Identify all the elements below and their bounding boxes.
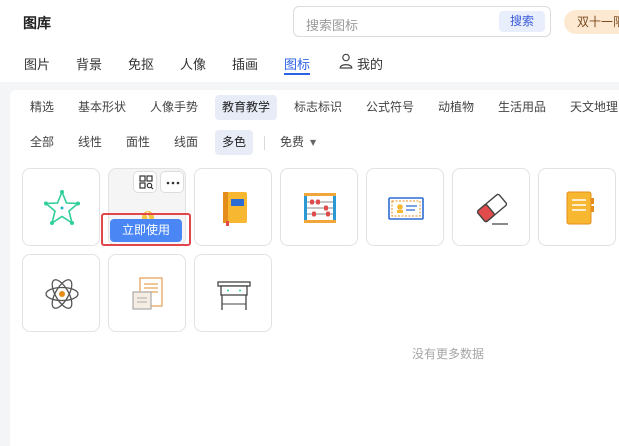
icon-card-eraser[interactable] <box>452 168 530 246</box>
style-multicolor[interactable]: 多色 <box>215 130 254 155</box>
atom-icon <box>45 279 79 309</box>
card-tools <box>133 171 185 195</box>
tab-images[interactable]: 图片 <box>24 54 50 73</box>
content-area: 精选 基本形状 人像手势 教育教学 标志标识 公式符号 动植物 生活用品 天文地… <box>10 90 619 446</box>
category-filter: 精选 基本形状 人像手势 教育教学 标志标识 公式符号 动植物 生活用品 天文地… <box>10 95 619 121</box>
search-input[interactable]: 搜索图标 搜索 <box>293 6 551 37</box>
icon-card-star[interactable] <box>22 168 100 246</box>
eraser-icon <box>476 193 508 225</box>
icon-card-notebook[interactable] <box>194 168 272 246</box>
tab-portraits[interactable]: 人像 <box>180 54 206 73</box>
promo-badge[interactable]: 双十一限 <box>564 10 619 34</box>
icon-card-abacus[interactable] <box>280 168 358 246</box>
price-dropdown[interactable]: 免费 ▼ <box>273 130 323 155</box>
icon-card-desk[interactable] <box>194 254 272 332</box>
category-featured[interactable]: 精选 <box>23 95 61 120</box>
more-icon[interactable] <box>160 171 184 193</box>
abacus-icon <box>304 193 336 223</box>
notebook-icon <box>223 192 247 226</box>
tab-backgrounds[interactable]: 背景 <box>76 54 102 73</box>
style-filled[interactable]: 面性 <box>119 130 157 155</box>
style-filter: 全部 线性 面性 线面 多色 免费 ▼ <box>10 130 619 156</box>
caret-down-icon: ▼ <box>310 138 317 147</box>
certificate-icon <box>388 197 424 220</box>
category-animals-plants[interactable]: 动植物 <box>431 95 481 120</box>
user-icon[interactable] <box>339 53 353 69</box>
qr-code-icon[interactable] <box>133 171 157 193</box>
star-constellation-icon <box>43 189 81 225</box>
filter-divider <box>264 136 265 150</box>
active-tab-indicator <box>284 73 310 75</box>
icon-card-spiral-notebook[interactable] <box>538 168 616 246</box>
category-portrait-gestures[interactable]: 人像手势 <box>143 95 205 120</box>
header: 图库 搜索图标 搜索 双十一限 <box>0 0 619 44</box>
scroll-document-icon <box>132 277 163 310</box>
price-dropdown-label: 免费 <box>280 135 305 149</box>
page-title: 图库 <box>23 16 51 32</box>
search-placeholder: 搜索图标 <box>306 19 359 34</box>
icon-card-certificate[interactable] <box>366 168 444 246</box>
use-now-highlight: 立即使用 <box>101 213 191 246</box>
use-now-button[interactable]: 立即使用 <box>110 219 182 242</box>
tab-cutouts[interactable]: 免抠 <box>128 54 154 73</box>
empty-message: 没有更多数据 <box>412 347 485 361</box>
category-astronomy-geography[interactable]: 天文地理 <box>563 95 619 120</box>
category-basic-shapes[interactable]: 基本形状 <box>71 95 133 120</box>
tab-icons[interactable]: 图标 <box>284 54 310 73</box>
category-signs[interactable]: 标志标识 <box>287 95 349 120</box>
spiral-notebook-icon <box>566 191 594 225</box>
tab-mine[interactable]: 我的 <box>357 54 383 73</box>
category-education[interactable]: 教育教学 <box>215 95 278 120</box>
icon-panel: 精选 基本形状 人像手势 教育教学 标志标识 公式符号 动植物 生活用品 天文地… <box>0 82 619 446</box>
top-tabs: 图片 背景 免抠 人像 插画 图标 我的 <box>0 44 619 82</box>
tab-illustrations[interactable]: 插画 <box>232 54 258 73</box>
style-line-fill[interactable]: 线面 <box>167 130 205 155</box>
icon-card-scroll[interactable] <box>108 254 186 332</box>
category-daily-items[interactable]: 生活用品 <box>491 95 553 120</box>
style-linear[interactable]: 线性 <box>71 130 109 155</box>
category-formulas[interactable]: 公式符号 <box>359 95 421 120</box>
search-button[interactable]: 搜索 <box>499 11 545 32</box>
school-desk-icon <box>217 281 251 310</box>
icon-card-atom[interactable] <box>22 254 100 332</box>
style-all[interactable]: 全部 <box>23 130 61 155</box>
